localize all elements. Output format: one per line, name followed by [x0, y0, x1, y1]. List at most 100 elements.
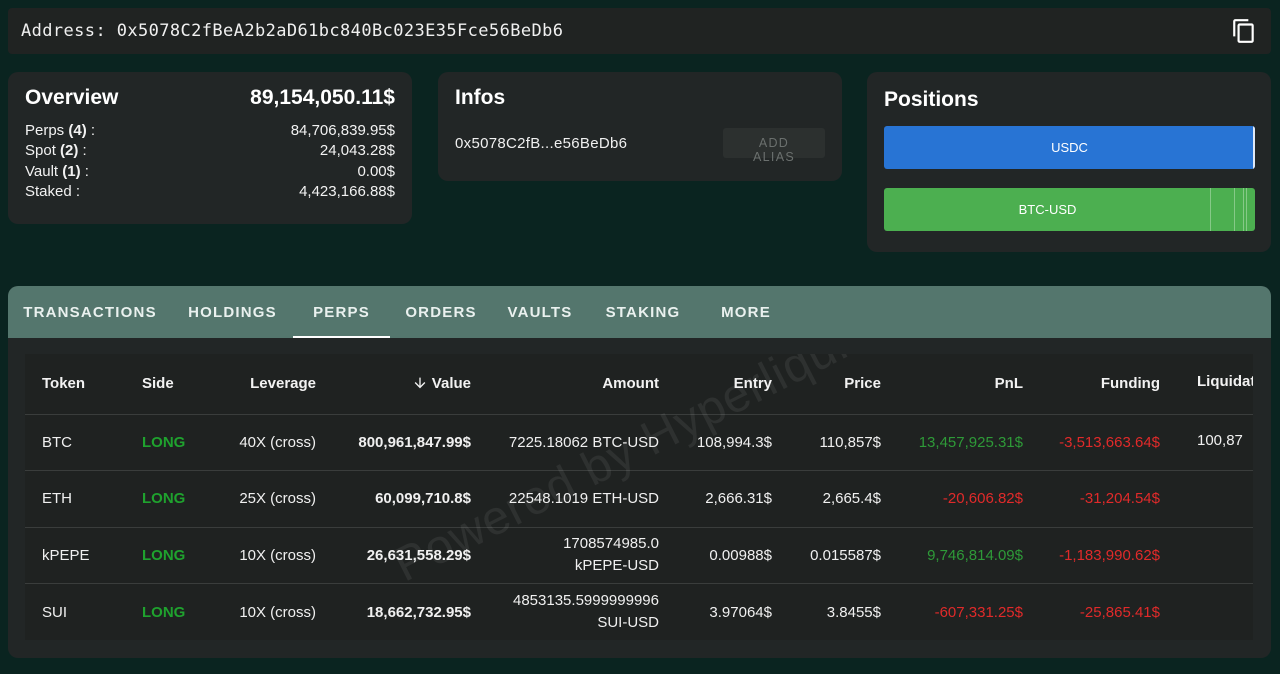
cell-liquidation	[1160, 584, 1253, 641]
cell-liquidation-value: 100,87	[1197, 431, 1243, 449]
overview-row: Staked : 4,423,166.88$	[25, 182, 395, 203]
position-bar-btc[interactable]: BTC-USD	[884, 188, 1255, 231]
tab-orders[interactable]: ORDERS	[390, 286, 492, 338]
overview-title: Overview	[25, 86, 119, 109]
overview-row-name: Vault	[25, 162, 59, 180]
overview-row-count: (4)	[68, 121, 87, 139]
overview-row: Perps (4) : 84,706,839.95$	[25, 120, 395, 141]
cell-leverage: 25X (cross)	[216, 470, 316, 528]
cell-value: 60,099,710.8$	[316, 470, 471, 528]
cell-token[interactable]: kPEPE	[42, 527, 142, 584]
cell-leverage: 10X (cross)	[239, 603, 316, 621]
cell-token[interactable]: BTC	[42, 414, 142, 471]
overview-row: Spot (2) : 24,043.28$	[25, 141, 395, 162]
tab-more[interactable]: MORE	[698, 286, 794, 338]
table-header-row: Token Side Leverage Value Amount Entry P…	[25, 354, 1253, 415]
cell-funding: -1,183,990.62$	[1023, 527, 1160, 584]
cell-funding: -3,513,663.64$	[1023, 414, 1160, 471]
cell-pnl: -20,606.82$	[881, 470, 1023, 528]
overview-row-suffix: :	[78, 142, 87, 160]
header-value[interactable]: Value	[316, 354, 471, 415]
header-price[interactable]: Price	[772, 354, 881, 415]
cell-amount-line1: 1708574985.0	[563, 535, 659, 553]
table-row[interactable]: SUI LONG 10X (cross) 18,662,732.95$ 4853135.…	[25, 584, 1253, 641]
cell-pnl: 13,457,925.31$	[881, 414, 1023, 471]
table-row[interactable]: BTC LONG 40X (cross) 800,961,847.99$ 7225.18…	[25, 414, 1253, 471]
overview-total: 89,154,050.11$	[250, 86, 395, 109]
cell-liquidation	[1160, 527, 1253, 584]
cell-side: LONG	[142, 603, 186, 621]
header-value-label: Value	[431, 375, 471, 393]
positions-title: Positions	[884, 88, 979, 111]
tab-bar: TRANSACTIONS HOLDINGS PERPS ORDERS VAULT…	[8, 286, 1271, 338]
header-amount[interactable]: Amount	[471, 354, 659, 415]
cell-leverage: 40X (cross)	[216, 414, 316, 471]
cell-entry: 108,994.3$	[659, 414, 772, 471]
tab-transactions[interactable]: TRANSACTIONS	[8, 286, 172, 338]
cell-entry: 2,666.31$	[659, 470, 772, 528]
overview-row-name: Perps	[25, 121, 65, 139]
cell-amount-line2: SUI-USD	[597, 614, 659, 631]
cell-token[interactable]: ETH	[42, 470, 142, 528]
overview-row: Vault (1) : 0.00$	[25, 161, 395, 182]
cell-liquidation	[1160, 470, 1253, 528]
short-address: 0x5078C2fB...e56BeDb6	[455, 134, 628, 152]
cell-amount-line1: 4853135.5999999996	[513, 592, 659, 609]
cell-liquidation: 100,87	[1160, 414, 1253, 471]
add-alias-button[interactable]: ADD ALIAS	[723, 128, 825, 164]
tab-perps[interactable]: PERPS	[293, 286, 390, 338]
cell-funding: -25,865.41$	[1079, 603, 1160, 621]
overview-card: Overview 89,154,050.11$ Perps (4) : 84,70…	[8, 72, 412, 224]
overview-row-label: Perps (4) :	[25, 122, 95, 139]
position-segment	[1234, 188, 1243, 231]
cell-side: LONG	[142, 470, 216, 528]
cell-entry: 0.00988$	[659, 527, 772, 584]
overview-row-name: Spot	[25, 142, 56, 160]
tab-vaults[interactable]: VAULTS	[492, 286, 588, 338]
cell-amount: 1708574985.0 kPEPE-USD	[471, 527, 659, 584]
overview-row-count: (1)	[62, 162, 81, 180]
cell-price: 110,857$	[772, 414, 881, 471]
header-pnl[interactable]: PnL	[881, 354, 1023, 415]
overview-row-label: Spot (2) :	[25, 142, 87, 159]
position-segment	[1210, 188, 1234, 231]
cell-amount: 7225.18062 BTC-USD	[471, 414, 659, 471]
position-label-btc: BTC-USD	[1018, 202, 1077, 217]
cell-amount-line2: kPEPE-USD	[574, 557, 659, 575]
copy-icon[interactable]	[1231, 18, 1257, 44]
cell-amount: 22548.1019 ETH-USD	[471, 470, 659, 528]
cell-pnl: 9,746,814.09$	[881, 527, 1023, 584]
cell-funding: -31,204.54$	[1023, 470, 1160, 528]
overview-row-name: Staked :	[25, 183, 81, 201]
position-segment	[1253, 126, 1255, 169]
infos-card: Infos 0x5078C2fB...e56BeDb6 ADD ALIAS	[438, 72, 842, 181]
header-side[interactable]: Side	[142, 354, 216, 415]
overview-row-suffix: :	[80, 162, 89, 180]
header-leverage[interactable]: Leverage	[216, 354, 316, 415]
cell-pnl: -607,331.25$	[934, 603, 1023, 621]
perps-table: Token Side Leverage Value Amount Entry P…	[25, 354, 1253, 640]
overview-row-label: Staked :	[25, 183, 80, 200]
cell-token[interactable]: SUI	[42, 584, 142, 641]
table-row[interactable]: kPEPE LONG 10X (cross) 26,631,558.29$ 170857…	[25, 527, 1253, 584]
cell-value: 26,631,558.29$	[316, 527, 471, 584]
cell-side: LONG	[142, 527, 216, 584]
header-funding[interactable]: Funding	[1023, 354, 1160, 415]
header-liquidation[interactable]: Liquidati	[1160, 354, 1253, 415]
cell-entry: 3.97064$	[709, 603, 772, 621]
tab-holdings[interactable]: HOLDINGS	[172, 286, 293, 338]
address-bar: Address: 0x5078C2fBeA2b2aD61bc840Bc023E3…	[8, 8, 1271, 54]
overview-row-value: 0.00$	[357, 162, 395, 180]
infos-title: Infos	[455, 86, 506, 109]
header-entry[interactable]: Entry	[659, 354, 772, 415]
overview-row-value: 4,423,166.88$	[299, 183, 395, 201]
position-label-usdc: USDC	[1051, 140, 1088, 155]
position-bar-usdc[interactable]: USDC	[884, 126, 1255, 169]
table-row[interactable]: ETH LONG 25X (cross) 60,099,710.8$ 22548.101…	[25, 470, 1253, 528]
header-token[interactable]: Token	[42, 354, 142, 415]
cell-leverage: 10X (cross)	[216, 527, 316, 584]
header-liquidation-label: Liquidati	[1197, 373, 1253, 391]
tab-staking[interactable]: STAKING	[588, 286, 698, 338]
cell-price: 3.8455$	[826, 603, 881, 621]
overview-row-suffix: :	[86, 121, 96, 139]
